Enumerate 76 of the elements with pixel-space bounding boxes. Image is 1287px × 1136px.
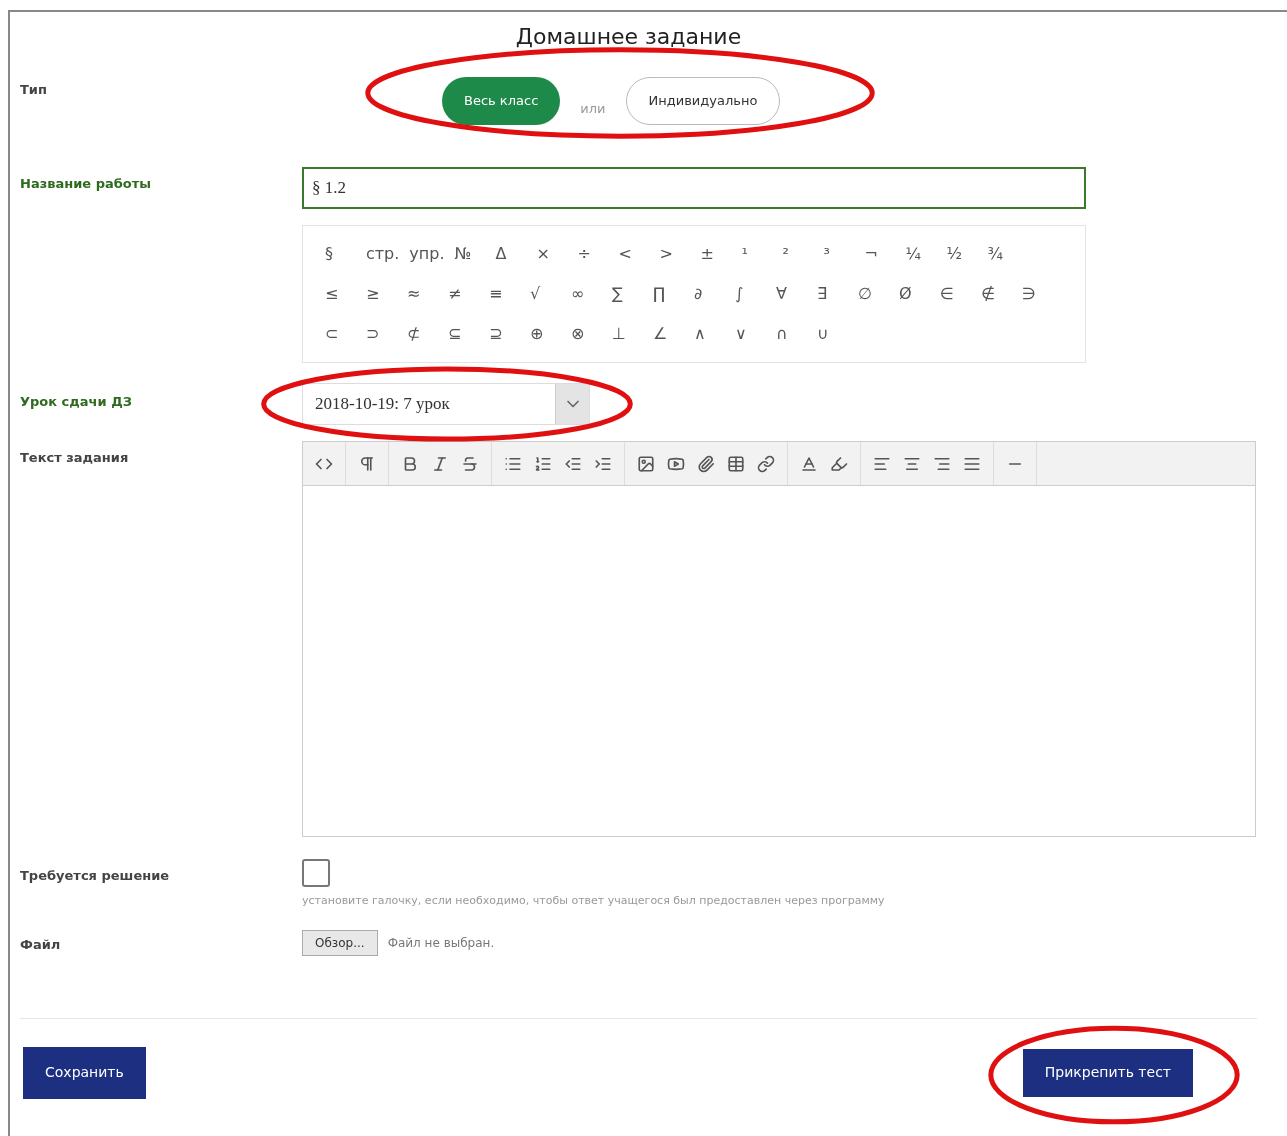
symbol-button[interactable]: ⊇ xyxy=(485,320,524,348)
symbol-button[interactable]: ∋ xyxy=(1018,280,1057,308)
symbol-button[interactable]: ³ xyxy=(819,240,859,268)
symbol-button[interactable]: ² xyxy=(778,240,818,268)
field-label: Урок сдачи ДЗ xyxy=(20,394,132,409)
symbol-button[interactable]: ½ xyxy=(942,240,982,268)
browse-button[interactable]: Обзор... xyxy=(302,929,378,956)
symbol-button[interactable]: ⊂ xyxy=(321,320,360,348)
symbol-button[interactable]: № xyxy=(450,240,490,268)
field-label: Название работы xyxy=(20,176,151,191)
symbol-button[interactable]: ∧ xyxy=(690,320,729,348)
symbol-button[interactable]: > xyxy=(655,240,695,268)
symbol-button[interactable]: ⊃ xyxy=(362,320,401,348)
symbol-button[interactable]: ÷ xyxy=(573,240,613,268)
symbol-button[interactable]: ∏ xyxy=(649,280,688,308)
image-icon[interactable] xyxy=(637,454,655,473)
field-label: Файл xyxy=(20,936,61,952)
field-label: Текст задания xyxy=(20,450,129,465)
symbol-button[interactable]: ¬ xyxy=(860,240,900,268)
symbol-button[interactable]: ∪ xyxy=(813,320,852,348)
type-toggle[interactable]: Индивидуально xyxy=(625,77,781,125)
lesson-select[interactable]: 2018-10-19: 7 урок xyxy=(302,383,590,425)
symbol-button[interactable]: ∨ xyxy=(731,320,770,348)
field-label: Требуется решение xyxy=(20,868,170,883)
symbol-button[interactable]: ∞ xyxy=(567,280,606,308)
symbol-button[interactable]: ∈ xyxy=(936,280,975,308)
symbol-button[interactable]: § xyxy=(321,240,360,268)
symbol-button[interactable]: ⊄ xyxy=(403,320,442,348)
work-name-input[interactable]: § 1.2 xyxy=(302,167,1086,209)
symbol-button[interactable]: ∑ xyxy=(608,280,647,308)
field-label: Тип xyxy=(20,82,47,97)
symbol-button[interactable]: ∠ xyxy=(649,320,688,348)
symbol-button[interactable]: стр. xyxy=(362,240,404,268)
paperclip-icon[interactable] xyxy=(697,454,715,473)
symbol-button[interactable]: ≡ xyxy=(485,280,524,308)
paragraph-icon[interactable] xyxy=(358,454,376,473)
solution-checkbox[interactable] xyxy=(302,859,330,887)
link-icon[interactable] xyxy=(757,454,775,473)
symbol-button[interactable]: ∉ xyxy=(977,280,1016,308)
symbol-button[interactable]: ∀ xyxy=(772,280,811,308)
symbol-button[interactable]: ≤ xyxy=(321,280,360,308)
or-separator: или xyxy=(580,100,606,119)
symbol-button[interactable]: ∩ xyxy=(772,320,811,348)
symbol-button[interactable]: ⊆ xyxy=(444,320,483,348)
symbol-button[interactable]: ± xyxy=(696,240,736,268)
hint-text: установите галочку, если необходимо, чтобы ответ учащегося был предоставлен через программу xyxy=(302,893,885,909)
symbol-button[interactable]: Ø xyxy=(895,280,934,308)
symbol-button[interactable]: × xyxy=(532,240,572,268)
highlighter-icon[interactable] xyxy=(830,454,848,473)
symbol-button[interactable]: ≥ xyxy=(362,280,401,308)
symbol-button[interactable]: ⊕ xyxy=(526,320,565,348)
symbol-button[interactable]: ∫ xyxy=(731,280,770,308)
symbol-button[interactable]: ¼ xyxy=(901,240,941,268)
file-status: Файл не выбран. xyxy=(387,934,495,952)
symbol-button[interactable]: ≈ xyxy=(403,280,442,308)
symbol-button[interactable]: < xyxy=(614,240,654,268)
attach-test-button[interactable]: Прикрепить тест xyxy=(1022,1048,1193,1097)
page-title: Домашнее задание xyxy=(515,23,742,51)
symbol-button[interactable]: ¹ xyxy=(737,240,777,268)
numbered-list-icon[interactable] xyxy=(534,454,552,473)
type-toggle[interactable]: Весь класс xyxy=(442,77,561,125)
symbol-button[interactable]: ⊗ xyxy=(567,320,606,348)
symbol-button[interactable]: ∂ xyxy=(690,280,729,308)
symbol-button[interactable]: ⊥ xyxy=(608,320,647,348)
strikethrough-icon[interactable] xyxy=(461,454,479,473)
symbol-button[interactable]: ¾ xyxy=(983,240,1023,268)
symbol-button[interactable]: Δ xyxy=(491,240,531,268)
symbol-button[interactable]: упр. xyxy=(405,240,449,268)
symbol-button[interactable]: ≠ xyxy=(444,280,483,308)
symbol-button[interactable]: ∃ xyxy=(813,280,852,308)
text-color-icon[interactable] xyxy=(800,454,818,473)
italic-icon[interactable] xyxy=(431,454,449,473)
table-icon[interactable] xyxy=(727,454,745,473)
symbol-button[interactable]: √ xyxy=(526,280,565,308)
save-button[interactable]: Сохранить xyxy=(23,1046,146,1099)
symbol-button[interactable]: ∅ xyxy=(854,280,893,308)
